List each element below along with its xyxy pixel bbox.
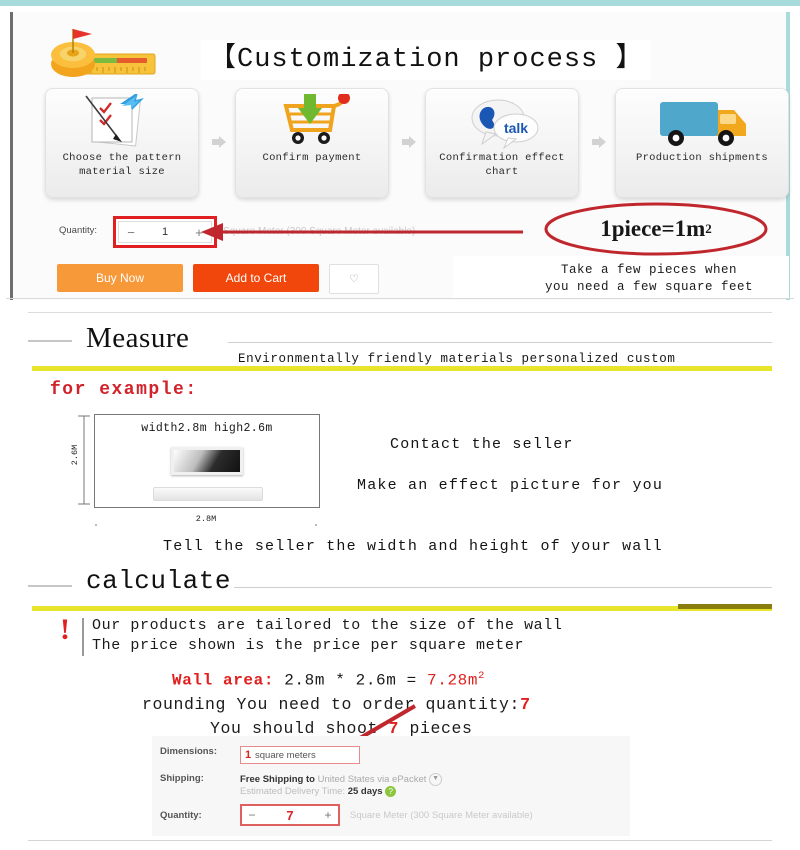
chevron-right-icon bbox=[211, 134, 227, 150]
wall-dimensions-text: width2.8m high2.6m bbox=[141, 422, 273, 435]
step-label: Confirm payment bbox=[262, 152, 362, 164]
wall-area-label: Wall area: bbox=[172, 671, 275, 690]
wishlist-button[interactable]: ♡ bbox=[329, 264, 379, 294]
measure-subtitle: Environmentally friendly materials perso… bbox=[238, 352, 676, 366]
piece-equals-callout: 1piece=1m 2 bbox=[541, 201, 771, 257]
red-annotation-arrow bbox=[197, 214, 527, 250]
wall-box: width2.8m high2.6m bbox=[94, 414, 320, 508]
wall-area-result: 7.28m bbox=[427, 671, 479, 690]
measure-yellow-bar bbox=[32, 366, 772, 371]
step-confirmation-effect-chart[interactable]: talk Confirmation effect chart bbox=[425, 88, 579, 198]
add-to-cart-button[interactable]: Add to Cart bbox=[193, 264, 319, 292]
dimensions-value: 1 bbox=[245, 749, 252, 761]
shipping-value: Free Shipping to United States via ePack… bbox=[240, 773, 443, 786]
chevron-down-icon[interactable]: ▼ bbox=[429, 773, 443, 786]
horizontal-dimension-label: 2.8M bbox=[94, 514, 318, 524]
vertical-dimension: 2.6M bbox=[70, 414, 90, 506]
warning-text: Our products are tailored to the size of… bbox=[92, 616, 562, 656]
bottom-rule bbox=[28, 840, 772, 841]
shipping-label: Shipping: bbox=[160, 773, 204, 784]
panel-quantity-input[interactable]: 7 bbox=[262, 808, 318, 823]
heading-dash bbox=[28, 340, 72, 342]
panel-quantity-availability: Square Meter (300 Square Meter available… bbox=[350, 810, 533, 821]
step-choose-pattern[interactable]: Choose the pattern material size bbox=[45, 88, 199, 198]
measuring-tape-icon bbox=[43, 24, 163, 86]
quantity-label: Quantity: bbox=[59, 225, 98, 236]
wall-area-superscript: 2 bbox=[478, 670, 485, 682]
buy-now-button[interactable]: Buy Now bbox=[57, 264, 183, 292]
heart-icon: ♡ bbox=[350, 271, 358, 287]
wall-area-line: Wall area: 2.8m * 2.6m = 7.28m2 bbox=[172, 670, 485, 689]
delivery-truck-icon bbox=[616, 94, 788, 150]
dimensions-label: Dimensions: bbox=[160, 746, 218, 757]
heading-dash bbox=[28, 585, 72, 587]
document-pen-checklist-icon bbox=[46, 92, 198, 150]
product-detail-panel: Dimensions: 1 square meters Shipping: Fr… bbox=[152, 736, 630, 836]
wall-area-expression: 2.8m * 2.6m = bbox=[284, 671, 428, 690]
eta-value: 25 days bbox=[347, 786, 383, 798]
warning-line-1: Our products are tailored to the size of… bbox=[92, 617, 563, 634]
callout-superscript: 2 bbox=[705, 221, 712, 236]
step-production-shipments[interactable]: Production shipments bbox=[615, 88, 789, 198]
heading-rule bbox=[234, 587, 772, 588]
warning-line-2: The price shown is the price per square … bbox=[92, 637, 525, 654]
customization-panel: 【Customization process 】 Choose the patt… bbox=[10, 12, 790, 300]
chevron-right-icon bbox=[401, 134, 417, 150]
for-example-label: for example: bbox=[50, 380, 198, 400]
measure-heading: Measure bbox=[86, 322, 190, 354]
contact-seller-line: Contact the seller bbox=[390, 436, 574, 453]
step-confirm-payment[interactable]: Confirm payment bbox=[235, 88, 389, 198]
panel-quantity-stepper[interactable]: − 7 + bbox=[240, 804, 340, 826]
action-buttons: Buy Now Add to Cart ♡ bbox=[45, 264, 445, 296]
callout-text: 1piece=1m bbox=[600, 216, 706, 241]
callout-label: 1piece=1m 2 bbox=[541, 201, 771, 257]
shopping-cart-download-icon bbox=[236, 92, 388, 150]
wall-diagram: 2.6M width2.8m high2.6m 2.8M bbox=[48, 412, 338, 530]
tell-seller-line: Tell the seller the width and height of … bbox=[163, 538, 663, 555]
section-divider bbox=[6, 298, 794, 299]
vertical-dimension-label: 2.6M bbox=[70, 444, 81, 466]
process-steps: Choose the pattern material size Confirm… bbox=[45, 88, 789, 200]
exclamation-icon: ! bbox=[60, 613, 70, 646]
page-title: 【Customization process 】 bbox=[201, 40, 652, 80]
calculate-yellow-bar bbox=[32, 606, 772, 611]
svg-text:talk: talk bbox=[504, 120, 528, 136]
dimensions-unit: square meters bbox=[255, 750, 316, 761]
step-label: Confirmation effect chart bbox=[439, 152, 565, 178]
calculate-heading: calculate bbox=[86, 566, 231, 596]
panel-quantity-decrement[interactable]: − bbox=[242, 808, 262, 822]
dimensions-field[interactable]: 1 square meters bbox=[240, 746, 360, 764]
estimated-delivery: Estimated Delivery Time: 25 days ? bbox=[240, 786, 397, 798]
shipping-free-text: Free Shipping to bbox=[240, 774, 315, 786]
step-label: Choose the pattern material size bbox=[62, 152, 182, 178]
help-icon[interactable]: ? bbox=[385, 786, 397, 797]
panel-quantity-label: Quantity: bbox=[160, 810, 202, 821]
heading-rule bbox=[228, 342, 772, 343]
calculate-heading-row: calculate bbox=[28, 563, 772, 605]
panel-quantity-increment[interactable]: + bbox=[318, 808, 338, 822]
chat-talk-bubble-icon: talk bbox=[426, 94, 578, 150]
step-label: Production shipments bbox=[635, 152, 769, 164]
take-pieces-note: Take a few pieces when you need a few squ… bbox=[544, 263, 754, 294]
eta-prefix: Estimated Delivery Time: bbox=[240, 786, 348, 798]
chevron-right-icon bbox=[591, 134, 607, 150]
warning-divider bbox=[82, 618, 84, 656]
quantity-decrement-button[interactable]: − bbox=[119, 225, 143, 240]
rounding-quantity: 7 bbox=[520, 695, 531, 714]
quantity-input[interactable]: 1 bbox=[143, 226, 187, 238]
effect-picture-line: Make an effect picture for you bbox=[357, 477, 664, 494]
warning-block: ! Our products are tailored to the size … bbox=[60, 613, 760, 660]
tv-stand bbox=[153, 487, 263, 501]
customization-process-section: 【Customization process 】 Choose the patt… bbox=[0, 0, 800, 300]
tv-screen bbox=[171, 447, 243, 475]
customization-card: 【Customization process 】 Choose the patt… bbox=[21, 16, 789, 298]
shipping-destination: United States via ePacket bbox=[317, 774, 427, 786]
calculate-yellow-bar-accent bbox=[678, 604, 772, 609]
horizontal-dimension: 2.8M bbox=[94, 512, 318, 528]
